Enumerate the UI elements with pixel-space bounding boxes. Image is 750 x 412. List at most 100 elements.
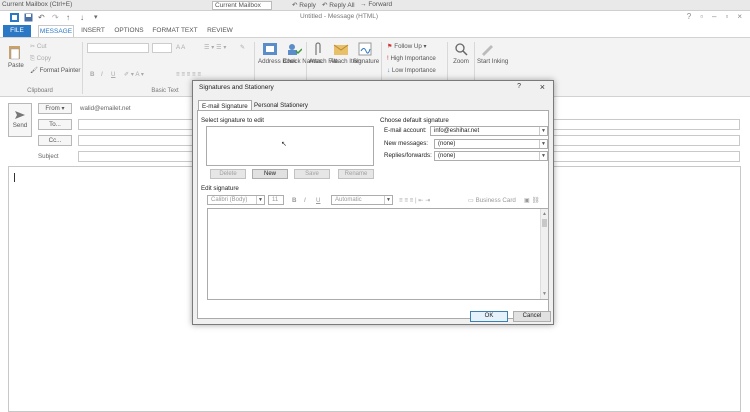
attach-item-icon[interactable] bbox=[333, 42, 349, 56]
high-importance-button[interactable]: ! High Importance bbox=[387, 55, 436, 62]
ribbon-divider bbox=[82, 42, 83, 94]
paperclip-icon[interactable] bbox=[313, 42, 323, 56]
attach-file-button[interactable]: Attach File bbox=[309, 58, 338, 65]
save-icon[interactable] bbox=[24, 13, 33, 22]
ok-button[interactable]: OK bbox=[470, 311, 508, 322]
signatures-dialog: Signatures and Stationery ? × E-mail Sig… bbox=[192, 80, 554, 325]
to-button[interactable]: To... bbox=[38, 119, 72, 130]
font-color-dropdown[interactable]: Automatic ▼ bbox=[331, 195, 393, 205]
font-size-box[interactable] bbox=[152, 43, 172, 53]
forward-button[interactable]: → Forward bbox=[360, 1, 392, 8]
insert-picture-icon[interactable]: ▣ ⛓ bbox=[524, 196, 539, 204]
send-button[interactable]: Send bbox=[8, 103, 32, 137]
text-cursor bbox=[14, 173, 15, 182]
address-book-icon[interactable] bbox=[262, 42, 278, 56]
italic-icon[interactable]: I bbox=[304, 197, 306, 204]
send-icon bbox=[15, 111, 25, 119]
new-messages-dropdown[interactable]: (none) ▼ bbox=[434, 139, 548, 149]
clipboard-group-label: Clipboard bbox=[27, 88, 53, 94]
attach-item-button[interactable]: Attach Item bbox=[330, 58, 361, 65]
zoom-icon[interactable] bbox=[454, 42, 468, 56]
tab-review[interactable]: REVIEW bbox=[204, 25, 236, 37]
copy-button[interactable]: ⎘ Copy bbox=[30, 55, 51, 62]
align-icons[interactable]: ≡ ≡ ≡ ≡ ≡ bbox=[176, 71, 201, 78]
paste-button[interactable] bbox=[8, 44, 22, 60]
tab-insert[interactable]: INSERT bbox=[78, 25, 108, 37]
address-book-button[interactable]: Address Book bbox=[258, 58, 297, 65]
email-signature-panel: Select signature to edit ↖ Delete New Sa… bbox=[197, 110, 549, 319]
highlight-icon[interactable]: ✐ ▾ A ▾ bbox=[124, 71, 144, 78]
cut-button[interactable]: ✂ Cut bbox=[30, 43, 47, 50]
help-icon[interactable]: ? bbox=[687, 12, 691, 21]
pen-icon[interactable] bbox=[480, 42, 494, 56]
format-painter-button[interactable]: 🖌 Format Painter bbox=[30, 67, 81, 74]
business-card-button[interactable]: ▭ Business Card bbox=[468, 197, 516, 204]
rename-signature-button[interactable]: Rename bbox=[338, 169, 374, 179]
bold-icon[interactable]: B bbox=[292, 197, 296, 204]
reply-all-button[interactable]: ↶ Reply All bbox=[322, 1, 355, 9]
check-names-button[interactable]: Check Names bbox=[283, 58, 322, 65]
font-name-box[interactable] bbox=[87, 43, 149, 53]
underline-icon[interactable]: U bbox=[316, 197, 320, 204]
email-account-dropdown[interactable]: info@eshihar.net ▼ bbox=[430, 126, 548, 136]
cancel-button[interactable]: Cancel bbox=[513, 311, 551, 322]
quick-access-toolbar: ↶ ↷ ↑ ↓ ▾ Untitled - Message (HTML) ? ▫ … bbox=[0, 11, 750, 25]
customize-qat-icon[interactable]: ▾ bbox=[94, 13, 103, 22]
chevron-down-icon: ▼ bbox=[539, 140, 547, 148]
new-signature-button[interactable]: New bbox=[252, 169, 288, 179]
maximize-icon[interactable]: ▫ bbox=[725, 12, 728, 21]
dialog-help-button[interactable]: ? bbox=[517, 83, 521, 90]
save-signature-button[interactable]: Save bbox=[294, 169, 330, 179]
basic-text-group-label: Basic Text bbox=[151, 88, 179, 94]
zoom-button[interactable]: Zoom bbox=[451, 58, 471, 65]
tab-options[interactable]: OPTIONS bbox=[112, 25, 146, 37]
paste-icon bbox=[9, 46, 20, 60]
close-window-icon[interactable]: × bbox=[737, 12, 742, 21]
font-size-dropdown[interactable]: 11 bbox=[268, 195, 284, 205]
signature-list[interactable] bbox=[206, 126, 374, 166]
ribbon-options-icon[interactable]: ▫ bbox=[700, 12, 703, 21]
new-messages-label: New messages: bbox=[384, 140, 429, 147]
signature-editor[interactable]: ▲ ▼ bbox=[207, 208, 549, 300]
chevron-down-icon: ▼ bbox=[256, 196, 264, 204]
background-search-hint: Current Mailbox (Ctrl+E) bbox=[2, 1, 73, 8]
cc-button[interactable]: Cc... bbox=[38, 135, 72, 146]
grow-font-icon[interactable]: A A bbox=[176, 44, 185, 51]
bold-icon[interactable]: B bbox=[90, 71, 94, 78]
outlook-icon bbox=[10, 13, 19, 22]
dialog-title: Signatures and Stationery bbox=[199, 84, 274, 91]
signature-icon[interactable] bbox=[358, 42, 372, 56]
from-button[interactable]: From ▾ bbox=[38, 103, 72, 114]
edit-signature-label: Edit signature bbox=[201, 185, 239, 192]
check-names-icon[interactable] bbox=[286, 42, 302, 56]
low-importance-button[interactable]: ↓ Low Importance bbox=[387, 67, 436, 74]
paste-label: Paste bbox=[8, 62, 24, 69]
follow-up-button[interactable]: ⚑ Follow Up ▾ bbox=[387, 43, 427, 50]
font-dropdown[interactable]: Calibri (Body) ▼ bbox=[207, 195, 265, 205]
align-icons[interactable]: ≡ ≡ ≡ | ⇤ ⇥ bbox=[399, 197, 430, 204]
undo-icon[interactable]: ↶ bbox=[38, 13, 47, 22]
mailbox-scope-dropdown[interactable]: Current Mailbox bbox=[212, 1, 272, 10]
italic-icon[interactable]: I bbox=[101, 71, 103, 78]
delete-signature-button[interactable]: Delete bbox=[210, 169, 246, 179]
select-signature-label: Select signature to edit bbox=[201, 117, 264, 124]
reply-button[interactable]: ↶ Reply bbox=[292, 1, 316, 9]
signature-button[interactable]: Signature bbox=[352, 58, 380, 65]
tab-format-text[interactable]: FORMAT TEXT bbox=[152, 25, 198, 37]
mouse-pointer-icon: ↖ bbox=[281, 141, 287, 148]
chevron-down-icon: ▼ bbox=[539, 127, 547, 135]
dialog-close-button[interactable]: × bbox=[540, 82, 545, 92]
minimize-icon[interactable]: – bbox=[712, 12, 716, 21]
window-title: Untitled - Message (HTML) bbox=[300, 13, 379, 20]
underline-icon[interactable]: U bbox=[111, 71, 115, 78]
down-arrow-icon[interactable]: ↓ bbox=[80, 13, 89, 22]
tab-file[interactable]: FILE bbox=[3, 25, 31, 37]
clear-format-icon[interactable]: ✎ bbox=[240, 44, 245, 51]
bullets-icon[interactable]: ☰ ▾ ☰ ▾ bbox=[204, 44, 226, 51]
tab-message[interactable]: MESSAGE bbox=[38, 25, 74, 37]
start-inking-button[interactable]: Start Inking bbox=[477, 58, 508, 65]
up-arrow-icon[interactable]: ↑ bbox=[66, 13, 75, 22]
redo-icon[interactable]: ↷ bbox=[52, 13, 61, 22]
replies-forwards-dropdown[interactable]: (none) ▼ bbox=[434, 151, 548, 161]
editor-scrollbar[interactable]: ▲ ▼ bbox=[540, 209, 548, 299]
